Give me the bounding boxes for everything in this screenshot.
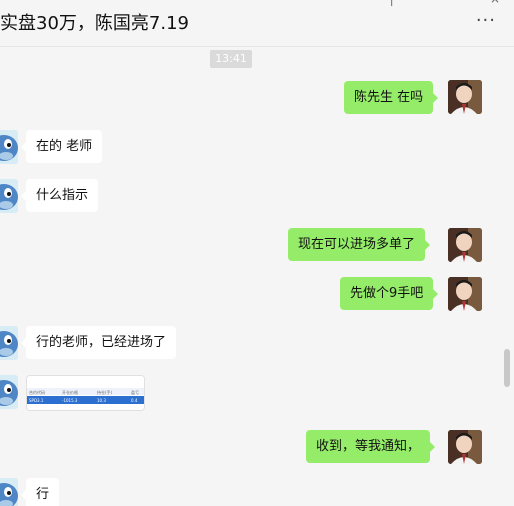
image-message[interactable]: 合约代码 开仓价格 持仓(手) 盈亏 SPD3.1 -1015.3 10.3 0… <box>26 375 145 411</box>
message-bubble-mine[interactable]: 收到，等我通知， <box>306 430 436 463</box>
title-bar: ┬ — × 实盘30万，陈国亮7.19 ··· <box>0 0 514 47</box>
cartoon-avatar-icon <box>0 326 18 360</box>
image-text: 盈亏 <box>131 390 139 395</box>
pin-icon[interactable]: ┬ <box>388 0 395 6</box>
message-bubble-mine[interactable]: 先做个9手吧 <box>340 277 439 310</box>
cartoon-avatar-icon <box>0 478 18 506</box>
more-options-icon[interactable]: ··· <box>476 10 496 31</box>
man-avatar-icon <box>448 277 482 311</box>
contact-avatar[interactable] <box>0 478 18 506</box>
chat-scrollbar[interactable] <box>504 349 510 387</box>
cartoon-avatar-icon <box>0 130 18 164</box>
message-bubble-theirs[interactable]: 行 <box>20 478 60 506</box>
image-text: 开仓价格 <box>62 389 78 395</box>
contact-avatar[interactable] <box>0 130 18 164</box>
chat-window: ┬ — × 实盘30万，陈国亮7.19 ··· 13:41 陈先生 在吗 <box>0 0 514 506</box>
contact-avatar[interactable] <box>0 375 18 409</box>
trade-screenshot-thumbnail: 合约代码 开仓价格 持仓(手) 盈亏 SPD3.1 -1015.3 10.3 0… <box>27 376 144 410</box>
contact-avatar[interactable] <box>0 326 18 360</box>
man-avatar-icon <box>448 80 482 114</box>
timestamp-chip: 13:41 <box>210 50 252 68</box>
cartoon-avatar-icon <box>0 179 18 213</box>
my-avatar[interactable] <box>448 430 482 464</box>
message-bubble-theirs[interactable]: 在的 老师 <box>20 130 103 163</box>
my-avatar[interactable] <box>448 228 482 262</box>
image-text: 合约代码 <box>29 389 45 395</box>
close-icon[interactable]: × <box>490 0 500 6</box>
image-text: 10.3 <box>97 398 106 403</box>
message-bubble-mine[interactable]: 陈先生 在吗 <box>344 81 439 114</box>
man-avatar-icon <box>448 430 482 464</box>
my-avatar[interactable] <box>448 277 482 311</box>
contact-avatar[interactable] <box>0 179 18 213</box>
my-avatar[interactable] <box>448 80 482 114</box>
chat-title: 实盘30万，陈国亮7.19 <box>0 13 189 34</box>
message-bubble-theirs[interactable]: 什么指示 <box>20 179 99 212</box>
cartoon-avatar-icon <box>0 375 18 409</box>
man-avatar-icon <box>448 228 482 262</box>
message-bubble-theirs[interactable]: 行的老师，已经进场了 <box>20 326 177 359</box>
minimize-icon[interactable]: — <box>458 0 470 6</box>
image-text: SPD3.1 <box>29 398 44 403</box>
image-text: 0.4 <box>131 398 138 403</box>
message-bubble-mine[interactable]: 现在可以进场多单了 <box>288 228 431 261</box>
image-text: 持仓(手) <box>97 389 113 395</box>
image-text: -1015.3 <box>62 398 78 403</box>
